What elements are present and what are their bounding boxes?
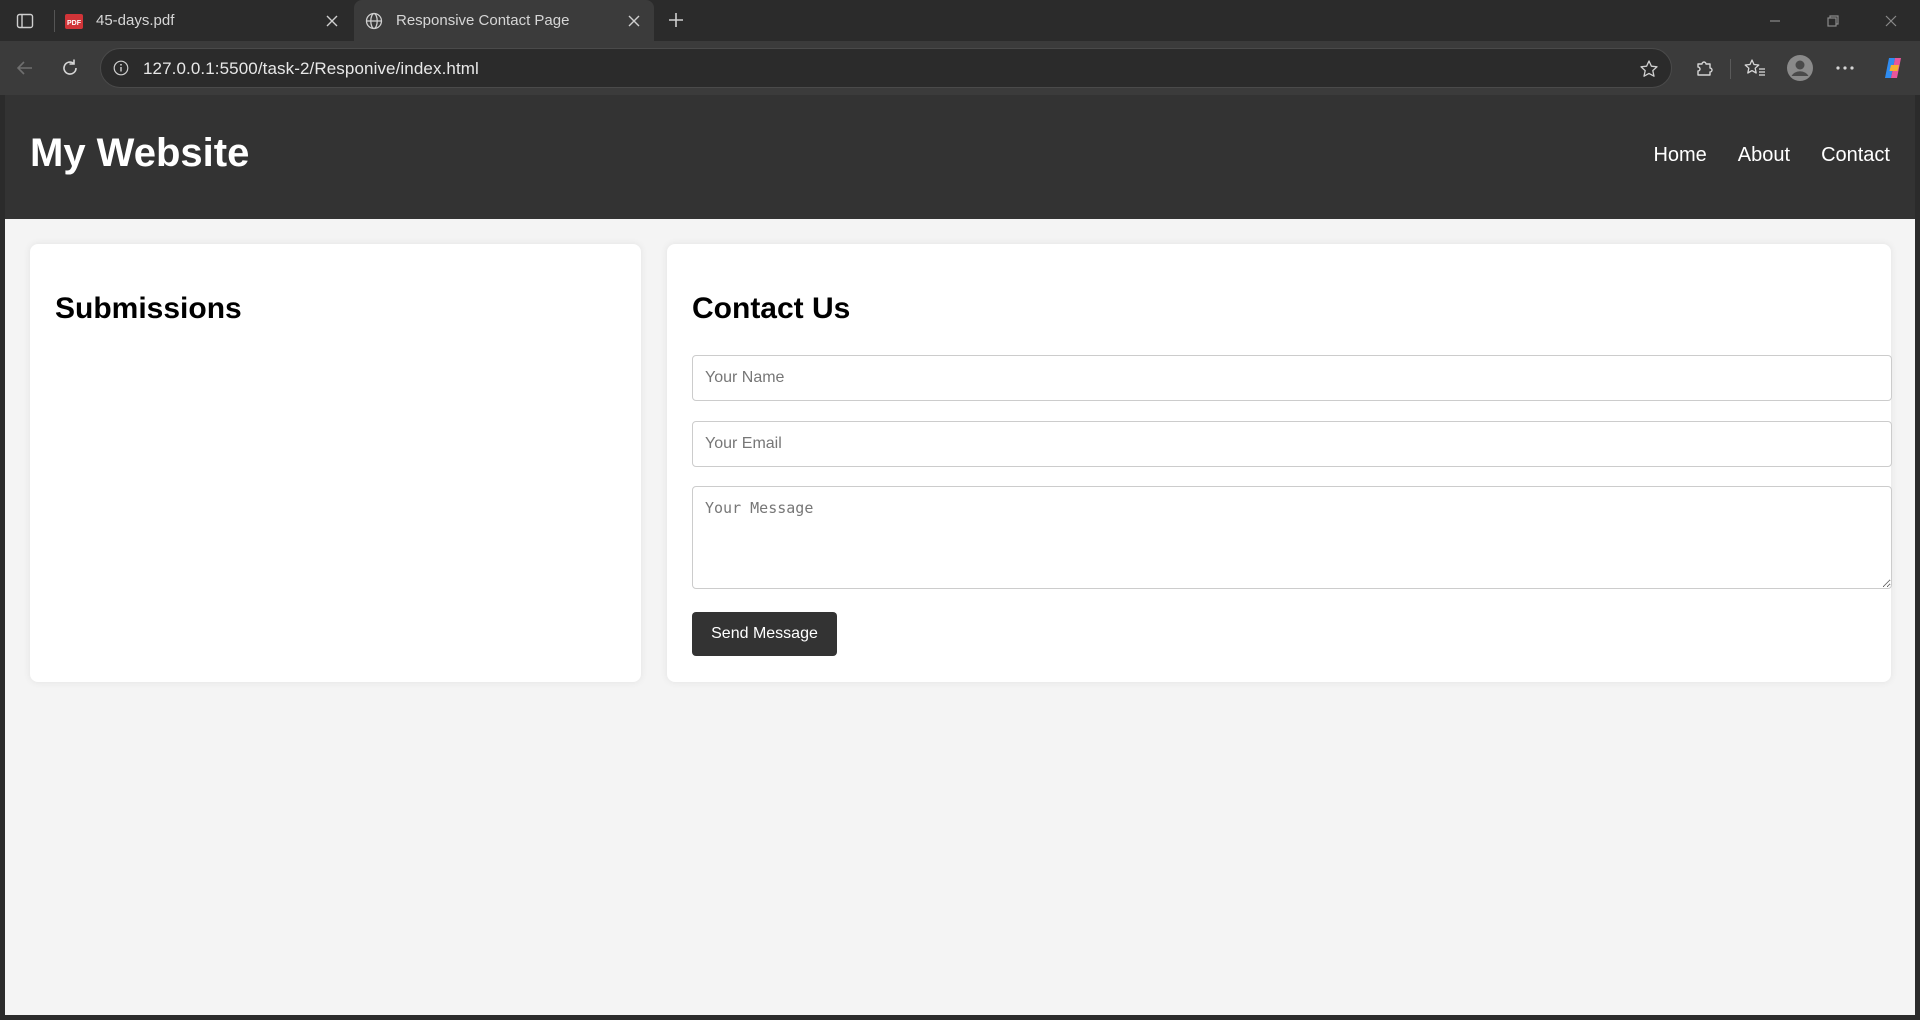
address-bar[interactable]: 127.0.0.1:5500/task-2/Responive/index.ht… <box>100 48 1672 88</box>
favorite-star-icon[interactable] <box>1637 57 1661 81</box>
globe-icon <box>364 11 384 31</box>
submissions-card: Submissions <box>30 244 641 682</box>
profile-avatar-icon[interactable] <box>1785 53 1815 83</box>
pdf-icon: PDF <box>64 11 84 31</box>
browser-toolbar: 127.0.0.1:5500/task-2/Responive/index.ht… <box>0 41 1920 95</box>
url-text[interactable]: 127.0.0.1:5500/task-2/Responive/index.ht… <box>143 59 479 79</box>
name-input[interactable] <box>692 355 1892 401</box>
nav-link-about[interactable]: About <box>1738 144 1790 167</box>
favorites-icon[interactable] <box>1740 53 1770 83</box>
close-window-icon[interactable] <box>1862 0 1920 41</box>
more-options-icon[interactable] <box>1830 53 1860 83</box>
toolbar-separator <box>1730 59 1731 79</box>
site-nav: Home About Contact <box>1653 144 1890 167</box>
nav-link-contact[interactable]: Contact <box>1821 144 1890 167</box>
submissions-heading: Submissions <box>55 292 242 325</box>
contact-card: Contact Us Send Message <box>667 244 1892 682</box>
send-message-button[interactable]: Send Message <box>692 612 837 656</box>
minimize-icon[interactable] <box>1746 0 1804 41</box>
contact-heading: Contact Us <box>692 292 851 325</box>
email-input[interactable] <box>692 421 1892 467</box>
extensions-puzzle-icon[interactable] <box>1689 53 1719 83</box>
back-arrow-icon[interactable] <box>8 51 42 85</box>
tab-responsive-contact-page[interactable]: Responsive Contact Page <box>354 0 654 41</box>
nav-link-home[interactable]: Home <box>1653 144 1706 167</box>
message-textarea[interactable] <box>692 486 1892 589</box>
close-tab-icon[interactable] <box>620 7 648 35</box>
refresh-icon[interactable] <box>53 51 87 85</box>
site-title: My Website <box>30 131 250 175</box>
svg-text:PDF: PDF <box>67 20 82 27</box>
site-header: My Website Home About Contact <box>5 95 1915 219</box>
tab-actions-icon[interactable] <box>10 8 40 34</box>
new-tab-button[interactable] <box>662 6 690 34</box>
copilot-icon[interactable] <box>1878 53 1908 83</box>
close-tab-icon[interactable] <box>318 7 346 35</box>
site-info-icon[interactable] <box>111 58 131 78</box>
page-viewport: My Website Home About Contact Submission… <box>5 95 1915 1015</box>
restore-icon[interactable] <box>1804 0 1862 41</box>
tab-title: 45-days.pdf <box>96 12 175 29</box>
browser-tab-bar: PDF 45-days.pdf Responsive Contact Page <box>0 0 1920 41</box>
tab-title: Responsive Contact Page <box>396 12 570 29</box>
tab-pdf[interactable]: PDF 45-days.pdf <box>54 0 352 41</box>
